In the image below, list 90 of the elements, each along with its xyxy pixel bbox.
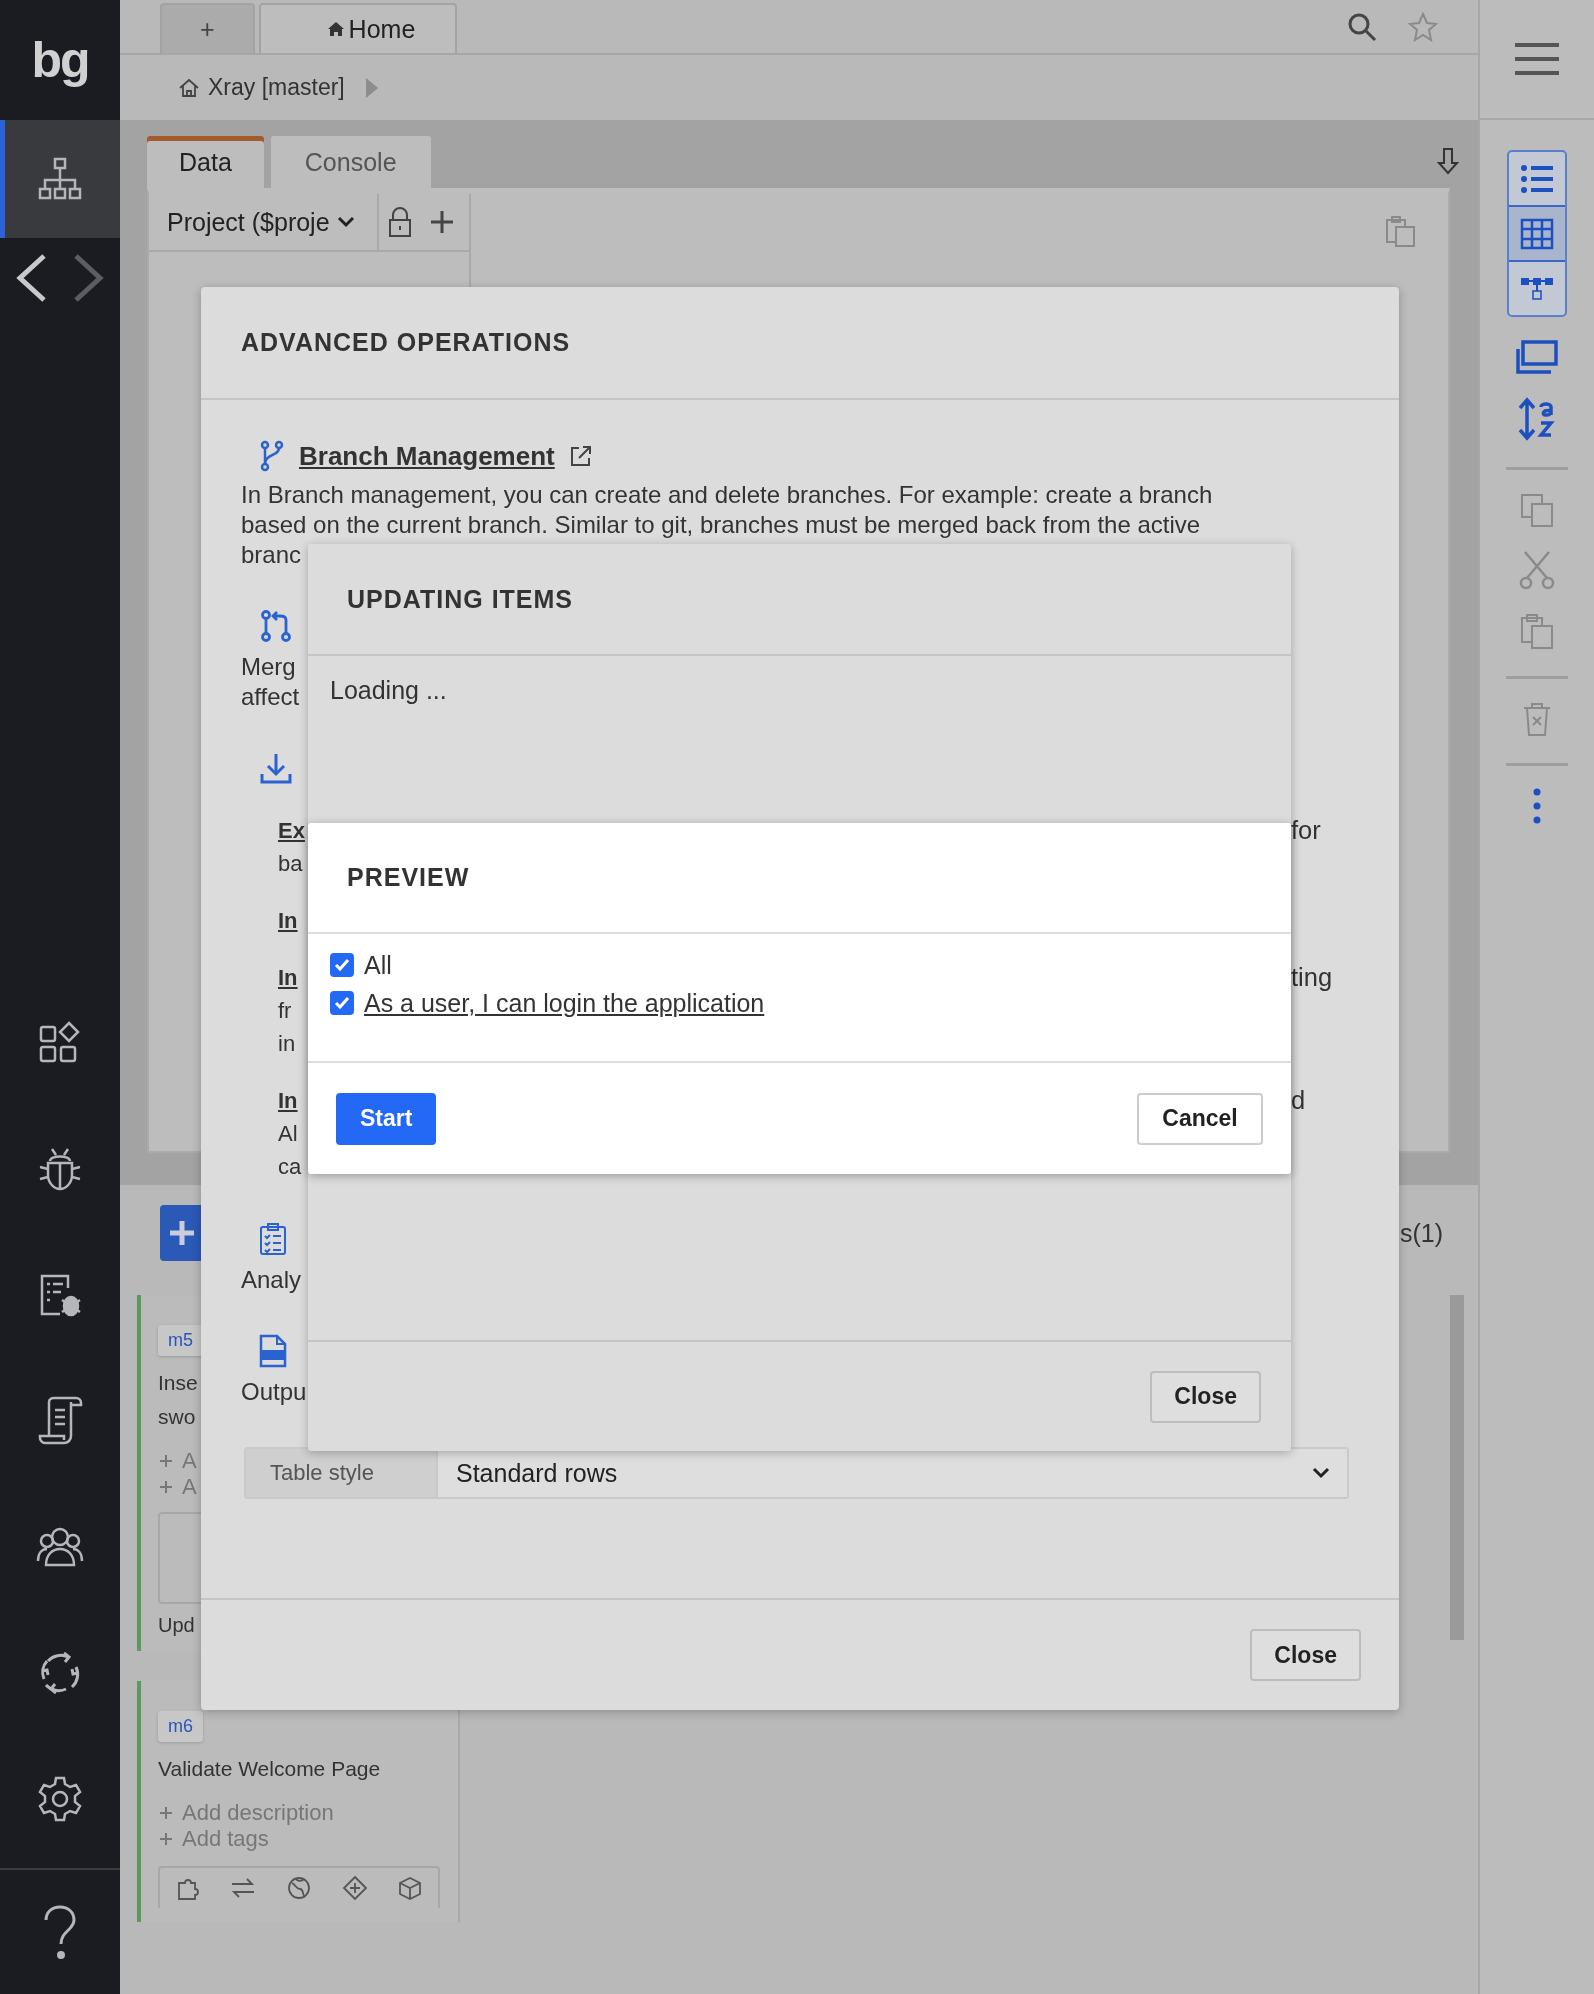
plus-icon: [158, 1831, 174, 1847]
description-text: for: [1291, 815, 1322, 846]
lock-icon[interactable]: [387, 206, 413, 238]
start-button[interactable]: Start: [336, 1092, 436, 1145]
download-arrow-icon[interactable]: [1436, 146, 1460, 175]
description-text: affect: [241, 683, 300, 710]
check-icon: [333, 994, 351, 1012]
tag: m6: [158, 1711, 203, 1742]
tab[interactable]: +: [160, 3, 255, 53]
external-link-icon[interactable]: [568, 444, 593, 468]
tab-label[interactable]: s(1): [1399, 1218, 1443, 1248]
home-icon: [326, 21, 345, 37]
card-title: swo: [158, 1404, 196, 1430]
section-link[interactable]: In: [278, 908, 298, 933]
plus-icon: [170, 1221, 194, 1245]
description-text: ting: [1291, 962, 1334, 993]
description-text: d: [1291, 1085, 1307, 1116]
breadcrumb-link[interactable]: Xray [master]: [208, 74, 345, 101]
sort-az-icon[interactable]: [1517, 397, 1557, 441]
description-text: in: [278, 1031, 296, 1056]
card-title: Validate Welcome Page: [158, 1756, 381, 1782]
description-text: ca: [278, 1154, 302, 1179]
checklist-icon: [259, 1222, 287, 1256]
tab[interactable]: Console: [270, 136, 431, 188]
description-text: Analy: [241, 1266, 302, 1293]
description-text: In Branch management, you can create and delete branches. For example: create a branch: [241, 481, 1213, 508]
scroll-icon: [37, 1396, 83, 1446]
chevron-down-icon: [1311, 1466, 1331, 1480]
description-text: ba: [278, 851, 303, 876]
document-icon: [259, 1334, 287, 1368]
home-icon[interactable]: [178, 76, 200, 99]
card-title: Inse: [158, 1370, 198, 1396]
plus-icon: [158, 1805, 174, 1821]
checkbox[interactable]: [330, 953, 354, 977]
help-icon[interactable]: [42, 1904, 78, 1960]
merge-icon: [259, 610, 293, 642]
box-icon[interactable]: [397, 1875, 424, 1901]
table-style-select[interactable]: Standard rows: [436, 1449, 1347, 1497]
project-select[interactable]: Project ($proje: [167, 194, 379, 250]
cancel-button[interactable]: Cancel: [1137, 1092, 1263, 1145]
more-icon[interactable]: [1532, 788, 1542, 824]
sync-icon: [38, 1651, 82, 1695]
globe-icon[interactable]: [286, 1875, 312, 1901]
menu-icon[interactable]: [1513, 41, 1561, 77]
loading-text: Loading ...: [330, 676, 447, 704]
list-icon: [1520, 163, 1554, 194]
description-text: Merg: [241, 653, 296, 680]
item-link[interactable]: As a user, I can login the application: [364, 988, 765, 1018]
star-icon[interactable]: [1408, 11, 1438, 42]
diamond-icon[interactable]: [341, 1875, 368, 1901]
dialog-title: ADVANCED OPERATIONS: [241, 328, 571, 357]
chevron-down-icon: [335, 215, 356, 229]
close-button[interactable]: Close: [1150, 1370, 1261, 1423]
scrollbar[interactable]: [1450, 1295, 1464, 1640]
view-button[interactable]: [1509, 205, 1565, 262]
grid-icon: [1520, 217, 1554, 250]
logo: bg: [31, 31, 89, 89]
hierarchy-icon: [1520, 275, 1554, 302]
section-link[interactable]: Branch Management: [299, 440, 555, 472]
tab[interactable]: Data: [147, 136, 264, 188]
section-link[interactable]: In: [278, 965, 298, 990]
download-icon: [259, 752, 293, 784]
section-link[interactable]: Ex: [278, 818, 305, 843]
users-icon: [35, 1525, 85, 1569]
description-text: Outpu: [241, 1378, 307, 1405]
dialog-title: PREVIEW: [347, 863, 470, 892]
dialog-title: UPDATING ITEMS: [347, 584, 574, 614]
tag: m5: [158, 1325, 203, 1356]
widgets-icon: [38, 1021, 82, 1065]
settings-icon: [36, 1775, 84, 1823]
clipboard-icon[interactable]: [1384, 214, 1418, 248]
close-button[interactable]: Close: [1250, 1629, 1361, 1681]
check-icon: [333, 956, 351, 974]
checkbox[interactable]: [330, 991, 354, 1015]
plus-icon: [158, 1453, 174, 1469]
section-link[interactable]: In: [278, 1088, 298, 1113]
bug-report-icon: [38, 1272, 82, 1318]
table-style-label: Table style: [246, 1449, 436, 1497]
checkbox-label: All: [364, 950, 392, 980]
branch-icon: [259, 440, 285, 472]
nav-item[interactable]: [0, 120, 120, 238]
card-footer-text: Upd: [158, 1614, 196, 1637]
description-text: fr: [278, 998, 292, 1023]
description-text: branc: [241, 541, 302, 568]
tab[interactable]: Home: [258, 3, 458, 53]
description-text: Al: [278, 1121, 298, 1146]
plus-icon: [158, 1479, 174, 1495]
layers-icon[interactable]: [1515, 339, 1559, 375]
plus-icon[interactable]: [429, 209, 455, 235]
description-text: based on the current branch. Similar to git, branches must be merged back from the active: [241, 511, 1201, 538]
